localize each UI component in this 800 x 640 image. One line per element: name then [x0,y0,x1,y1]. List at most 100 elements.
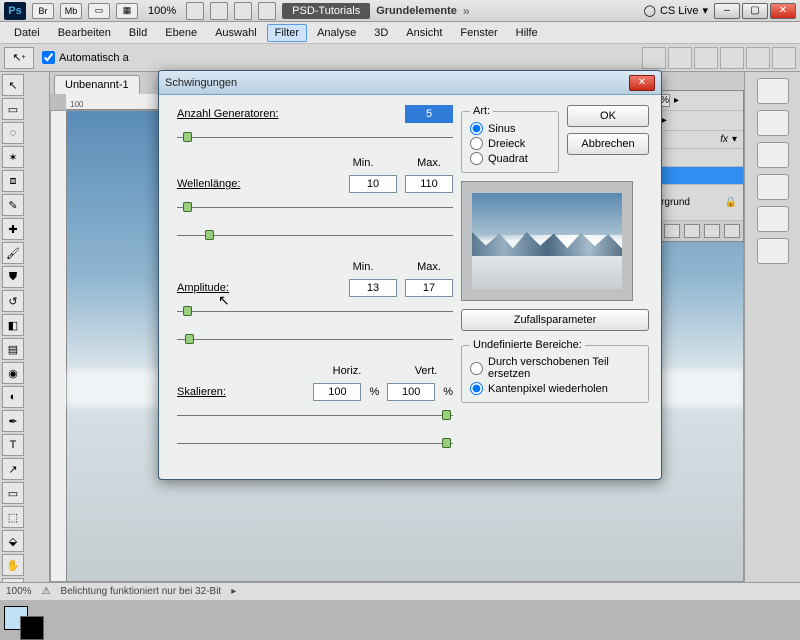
rotate-icon[interactable] [234,2,252,20]
menu-auswahl[interactable]: Auswahl [207,24,265,42]
pen-tool[interactable]: ✒ [2,410,24,432]
radio-sinus[interactable]: Sinus [470,121,550,136]
3d-camera-tool[interactable]: ⬙ [2,530,24,552]
minibridge-icon[interactable]: Mb [60,3,82,19]
menu-analyse[interactable]: Analyse [309,24,364,42]
color-swatches[interactable] [2,606,46,640]
arrange-icon[interactable]: ▦ [116,3,138,19]
wavelength-max-input[interactable] [405,175,453,193]
shape-tool[interactable]: ▭ [2,482,24,504]
wand-tool[interactable]: ✶ [2,146,24,168]
distribute-2-icon[interactable] [746,47,770,69]
dodge-tool[interactable]: ◐ [2,386,24,408]
align-left-icon[interactable] [642,47,666,69]
wavelength-min-slider[interactable] [177,201,453,215]
new-icon[interactable] [704,224,720,238]
chevron-icon[interactable]: ▸ [662,115,667,126]
menu-datei[interactable]: Datei [6,24,48,42]
maximize-button[interactable]: ▢ [742,3,768,19]
app-icon: Ps [4,2,26,20]
radio-repeat[interactable]: Kantenpixel wiederholen [470,381,640,396]
radio-quadrat[interactable]: Quadrat [470,151,550,166]
chevron-icon[interactable]: ▸ [231,586,236,597]
amplitude-min-input[interactable] [349,279,397,297]
align-center-icon[interactable] [668,47,692,69]
history-brush-tool[interactable]: ↺ [2,290,24,312]
radio-dreieck[interactable]: Dreieck [470,136,550,151]
path-tool[interactable]: ↗ [2,458,24,480]
styles-panel-icon[interactable] [757,142,789,168]
adjustments-panel-icon[interactable] [757,174,789,200]
workspace-pill[interactable]: PSD-Tutorials [282,3,370,19]
menu-ebene[interactable]: Ebene [157,24,205,42]
marquee-tool[interactable]: ▭ [2,98,24,120]
blur-tool[interactable]: ◉ [2,362,24,384]
chevron-right-icon[interactable]: » [463,4,470,18]
move-tool[interactable]: ↖ [2,74,24,96]
menu-ansicht[interactable]: Ansicht [398,24,450,42]
scale-h-slider[interactable] [177,409,453,423]
wavelength-min-input[interactable] [349,175,397,193]
crop-tool[interactable]: ⧈ [2,170,24,192]
align-right-icon[interactable] [694,47,718,69]
generators-input[interactable] [405,105,453,123]
extras-icon[interactable] [258,2,276,20]
hand-icon[interactable] [186,2,204,20]
masks-panel-icon[interactable] [757,206,789,232]
trash-icon[interactable] [724,224,740,238]
menu-fenster[interactable]: Fenster [452,24,505,42]
menu-bild[interactable]: Bild [121,24,155,42]
swatches-panel-icon[interactable] [757,110,789,136]
generators-slider[interactable] [177,131,453,145]
amplitude-max-input[interactable] [405,279,453,297]
status-zoom[interactable]: 100% [6,586,32,597]
randomize-button[interactable]: Zufallsparameter [461,309,649,331]
fx-badge[interactable]: fx [720,134,728,145]
color-panel-icon[interactable] [757,78,789,104]
cancel-button[interactable]: Abbrechen [567,133,649,155]
eraser-tool[interactable]: ◧ [2,314,24,336]
dialog-title-bar[interactable]: Schwingungen ✕ [159,71,661,95]
close-button[interactable]: ✕ [770,3,796,19]
folder-icon[interactable] [684,224,700,238]
dialog-close-button[interactable]: ✕ [629,75,655,91]
ok-button[interactable]: OK [567,105,649,127]
amplitude-max-slider[interactable] [177,333,453,347]
heal-tool[interactable]: ✚ [2,218,24,240]
minimize-button[interactable]: – [714,3,740,19]
scale-v-slider[interactable] [177,437,453,451]
bridge-icon[interactable]: Br [32,3,54,19]
distribute-3-icon[interactable] [772,47,796,69]
distribute-1-icon[interactable] [720,47,744,69]
menu-hilfe[interactable]: Hilfe [508,24,546,42]
3d-tool[interactable]: ⬚ [2,506,24,528]
scale-h-input[interactable] [313,383,361,401]
gradient-tool[interactable]: ▤ [2,338,24,360]
amplitude-min-slider[interactable] [177,305,453,319]
menu-bearbeiten[interactable]: Bearbeiten [50,24,119,42]
wavelength-max-slider[interactable] [177,229,453,243]
zoom-level[interactable]: 100% [144,5,180,17]
bg-color[interactable] [20,616,44,640]
document-tab[interactable]: Unbenannt-1 [54,75,140,94]
eyedropper-tool[interactable]: ✎ [2,194,24,216]
chevron-icon[interactable]: ▸ [674,95,679,106]
stamp-tool[interactable]: ⛊ [2,266,24,288]
brush-tool[interactable]: 🖌 [2,242,24,264]
auto-select-checkbox[interactable]: Automatisch a [42,51,129,64]
menu-filter[interactable]: Filter [267,24,307,42]
menu-3d[interactable]: 3D [366,24,396,42]
adjust-icon[interactable] [664,224,680,238]
horiz-header: Horiz. [323,365,371,377]
current-tool-icon[interactable]: ↖+ [4,47,34,69]
lasso-tool[interactable]: ◌ [2,122,24,144]
hand-tool[interactable]: ✋ [2,554,24,576]
zoom-icon[interactable] [210,2,228,20]
screen-mode-icon[interactable]: ▭ [88,3,110,19]
chevron-down-icon[interactable]: ▾ [732,134,737,145]
scale-v-input[interactable] [387,383,435,401]
layers-panel-icon[interactable] [757,238,789,264]
radio-wrap[interactable]: Durch verschobenen Teil ersetzen [470,355,640,381]
cslive-button[interactable]: ◯CS Live▾ [644,4,708,17]
type-tool[interactable]: T [2,434,24,456]
